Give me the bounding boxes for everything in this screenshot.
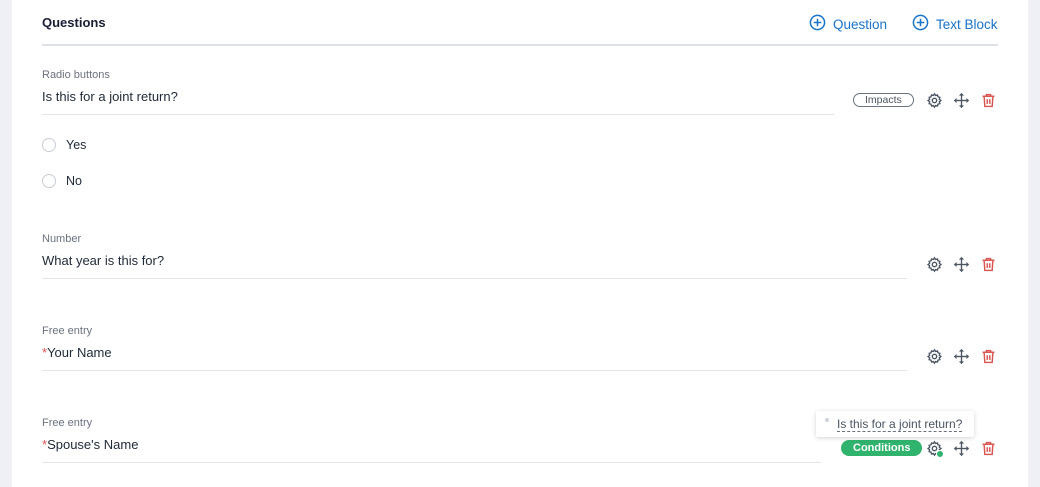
gear-icon[interactable] [925, 439, 944, 458]
trash-icon[interactable] [979, 439, 997, 457]
question-text[interactable]: What year is this for? [42, 253, 164, 268]
trash-icon[interactable] [979, 91, 997, 109]
trash-icon[interactable] [979, 255, 997, 273]
question-text[interactable]: *Your Name [42, 345, 112, 360]
question-text[interactable]: Is this for a joint return? [42, 89, 178, 104]
move-arrows-icon[interactable] [952, 255, 970, 273]
plus-circle-icon [912, 14, 929, 34]
question-type: Free entry [42, 417, 93, 429]
question-actions [925, 347, 997, 365]
condition-indicator-dot [936, 450, 944, 458]
gear-icon[interactable] [925, 91, 943, 109]
question-text-label: Spouse's Name [47, 437, 139, 452]
question-text-label: Your Name [47, 345, 112, 360]
trash-icon[interactable] [979, 347, 997, 365]
impacts-badge[interactable]: Impacts [853, 93, 914, 107]
question-underline [42, 462, 821, 463]
radio-option-label: Yes [66, 138, 87, 152]
question-underline [42, 278, 907, 279]
radio-option-label: No [66, 174, 82, 188]
move-arrows-icon[interactable] [952, 91, 970, 109]
question-type: Radio buttons [42, 69, 110, 81]
question-underline [42, 370, 907, 371]
gear-icon[interactable] [925, 347, 943, 365]
radio-circle[interactable] [42, 174, 56, 188]
question-type: Number [42, 233, 82, 245]
conditions-badge[interactable]: Conditions [841, 440, 923, 456]
bullet-dot [825, 418, 829, 422]
conditions-tooltip: Is this for a joint return? [816, 411, 974, 437]
question-actions [925, 91, 997, 109]
radio-circle[interactable] [42, 138, 56, 152]
question-actions [925, 439, 997, 458]
add-question-button[interactable]: Question [809, 14, 887, 34]
page-title: Questions [42, 15, 106, 30]
add-text-block-button[interactable]: Text Block [912, 14, 998, 34]
move-arrows-icon[interactable] [952, 347, 970, 365]
question-underline [42, 114, 834, 115]
question-type: Free entry [42, 325, 93, 337]
questions-card: Questions Question Text Block Radio butt… [12, 0, 1028, 487]
radio-option[interactable]: Yes [42, 138, 86, 152]
gear-icon[interactable] [925, 255, 943, 273]
tooltip-condition-link[interactable]: Is this for a joint return? [837, 417, 963, 432]
add-question-label: Question [833, 16, 888, 32]
question-text[interactable]: *Spouse's Name [42, 437, 138, 452]
question-actions [925, 255, 997, 273]
move-arrows-icon[interactable] [952, 439, 970, 457]
questions-header: Questions Question Text Block [42, 0, 998, 46]
add-text-block-label: Text Block [936, 16, 998, 32]
radio-option[interactable]: No [42, 174, 82, 188]
plus-circle-icon [809, 14, 826, 34]
